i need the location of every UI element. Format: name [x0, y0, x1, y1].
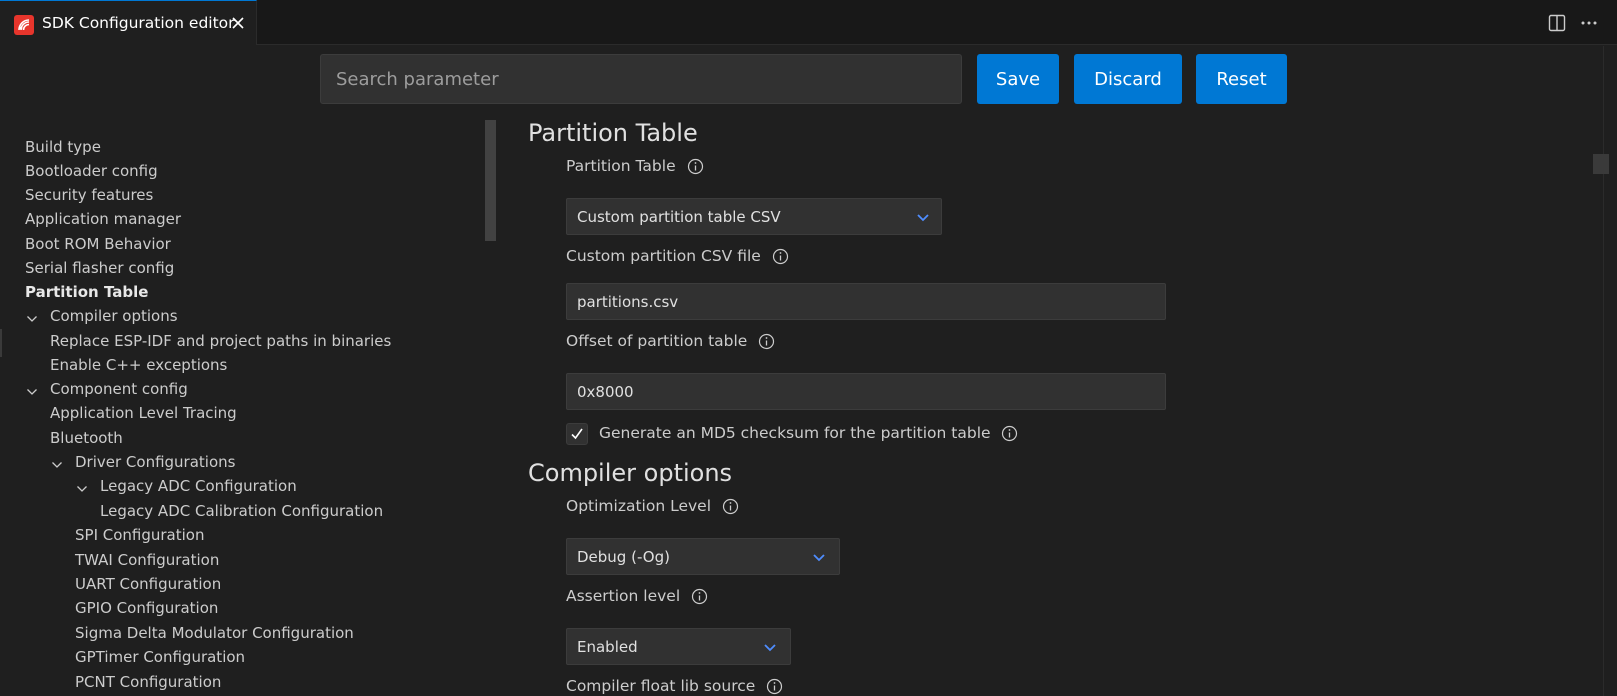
sidebar-item-sigma-delta[interactable]: Sigma Delta Modulator Configuration — [75, 624, 354, 642]
field-label-assertion: Assertion level — [566, 587, 708, 605]
sidebar-item-legacy-adc-calibration[interactable]: Legacy ADC Calibration Configuration — [100, 502, 383, 520]
sidebar-item-serial-flasher-config[interactable]: Serial flasher config — [25, 259, 174, 277]
info-icon[interactable] — [722, 498, 739, 515]
partition-table-label: Partition Table — [566, 157, 676, 175]
sidebar-item-cpp-exceptions[interactable]: Enable C++ exceptions — [50, 356, 227, 374]
chevron-down-icon[interactable] — [25, 312, 39, 326]
info-icon[interactable] — [691, 588, 708, 605]
info-icon[interactable] — [772, 248, 789, 265]
offset-label: Offset of partition table — [566, 332, 748, 350]
info-icon[interactable] — [687, 158, 704, 175]
tab-title: SDK Configuration editor — [42, 14, 235, 32]
field-label-float-lib: Compiler float lib source — [566, 677, 783, 695]
sidebar-item-gpio[interactable]: GPIO Configuration — [75, 599, 218, 617]
sidebar-item-boot-rom-behavior[interactable]: Boot ROM Behavior — [25, 235, 171, 253]
optimization-select-value: Debug (-Og) — [577, 548, 670, 566]
more-actions-icon[interactable] — [1579, 14, 1599, 32]
sidebar-scrollbar[interactable] — [485, 120, 496, 241]
field-label-offset: Offset of partition table — [566, 332, 775, 350]
md5-checkbox[interactable] — [566, 423, 588, 445]
sidebar-item-bluetooth[interactable]: Bluetooth — [50, 429, 123, 447]
search-input[interactable] — [320, 54, 962, 104]
reset-button[interactable]: Reset — [1196, 54, 1287, 104]
sidebar-item-application-manager[interactable]: Application manager — [25, 210, 181, 228]
left-edge-marker — [0, 329, 2, 357]
assertion-select-value: Enabled — [577, 638, 638, 656]
chevron-down-icon[interactable] — [50, 458, 64, 472]
split-editor-icon[interactable] — [1548, 14, 1566, 32]
optimization-select[interactable]: Debug (-Og) — [566, 538, 840, 575]
section-title-partition-table: Partition Table — [528, 119, 698, 147]
sidebar-item-build-type[interactable]: Build type — [25, 138, 101, 156]
sidebar-item-replace-paths[interactable]: Replace ESP-IDF and project paths in bin… — [50, 332, 391, 350]
field-label-optimization: Optimization Level — [566, 497, 739, 515]
save-button[interactable]: Save — [977, 54, 1059, 104]
tab-bar: SDK Configuration editor — [0, 0, 1617, 45]
editor-scrollbar[interactable] — [1603, 46, 1617, 696]
editor-scrollbar-thumb[interactable] — [1593, 154, 1609, 174]
sidebar-item-pcnt[interactable]: PCNT Configuration — [75, 673, 221, 691]
assertion-select[interactable]: Enabled — [566, 628, 791, 665]
checkmark-icon — [571, 428, 583, 440]
field-label-md5: Generate an MD5 checksum for the partiti… — [599, 424, 1018, 442]
custom-csv-label: Custom partition CSV file — [566, 247, 761, 265]
chevron-down-icon — [917, 214, 929, 222]
chevron-down-icon — [813, 554, 825, 562]
section-title-compiler-options: Compiler options — [528, 459, 733, 487]
optimization-label: Optimization Level — [566, 497, 711, 515]
sidebar-item-twai[interactable]: TWAI Configuration — [75, 551, 219, 569]
tab-sdk-config-editor[interactable]: SDK Configuration editor — [0, 0, 257, 45]
chevron-down-icon — [764, 644, 776, 652]
offset-input[interactable]: 0x8000 — [566, 373, 1166, 410]
sidebar-item-spi[interactable]: SPI Configuration — [75, 526, 205, 544]
field-label-partition-table: Partition Table — [566, 157, 704, 175]
partition-table-select-value: Custom partition table CSV — [577, 208, 781, 226]
sidebar-item-driver-configurations[interactable]: Driver Configurations — [75, 453, 235, 471]
info-icon[interactable] — [766, 678, 783, 695]
sidebar-item-security-features[interactable]: Security features — [25, 186, 153, 204]
sidebar-item-component-config[interactable]: Component config — [50, 380, 188, 398]
sidebar-item-partition-table[interactable]: Partition Table — [25, 283, 148, 301]
field-label-custom-csv: Custom partition CSV file — [566, 247, 789, 265]
info-icon[interactable] — [1001, 425, 1018, 442]
chevron-down-icon[interactable] — [75, 482, 89, 496]
sidebar-item-gptimer[interactable]: GPTimer Configuration — [75, 648, 245, 666]
sidebar-item-legacy-adc[interactable]: Legacy ADC Configuration — [100, 477, 297, 495]
discard-button[interactable]: Discard — [1074, 54, 1182, 104]
chevron-down-icon[interactable] — [25, 385, 39, 399]
md5-label: Generate an MD5 checksum for the partiti… — [599, 424, 991, 442]
assertion-label: Assertion level — [566, 587, 681, 605]
sidebar-item-bootloader-config[interactable]: Bootloader config — [25, 162, 158, 180]
info-icon[interactable] — [758, 333, 775, 350]
sidebar-item-compiler-options[interactable]: Compiler options — [50, 307, 178, 325]
close-icon[interactable] — [230, 15, 246, 31]
sidebar-item-app-level-tracing[interactable]: Application Level Tracing — [50, 404, 237, 422]
partition-table-select[interactable]: Custom partition table CSV — [566, 198, 942, 235]
float-lib-label: Compiler float lib source — [566, 677, 756, 695]
sidebar-item-uart[interactable]: UART Configuration — [75, 575, 221, 593]
espressif-logo-icon — [14, 15, 34, 35]
custom-csv-input[interactable]: partitions.csv — [566, 283, 1166, 320]
